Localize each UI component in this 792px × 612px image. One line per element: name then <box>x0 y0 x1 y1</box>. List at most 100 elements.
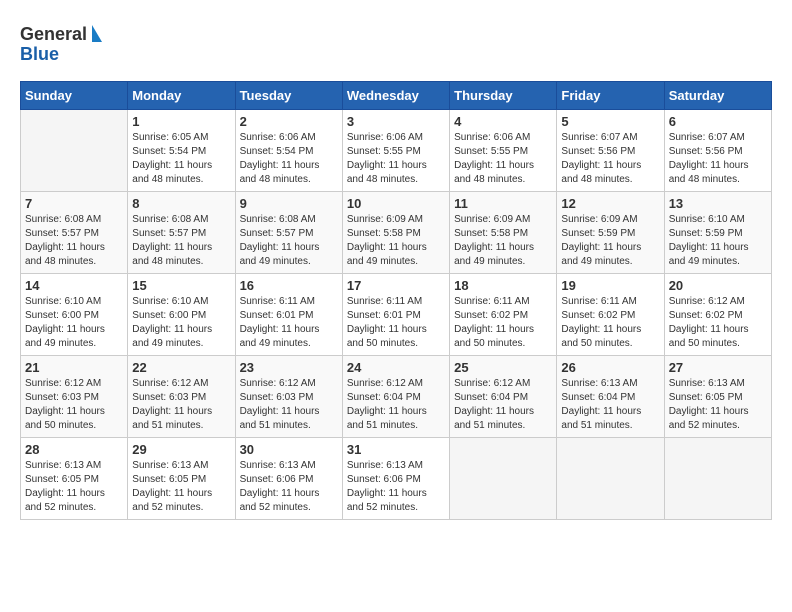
svg-text:General: General <box>20 24 87 44</box>
day-number: 30 <box>240 442 338 457</box>
calendar-cell: 18 Sunrise: 6:11 AMSunset: 6:02 PMDayligh… <box>450 274 557 356</box>
calendar-cell: 28 Sunrise: 6:13 AMSunset: 6:05 PMDayligh… <box>21 438 128 520</box>
day-detail: Sunrise: 6:08 AMSunset: 5:57 PMDaylight:… <box>25 213 123 269</box>
calendar-cell: 2 Sunrise: 6:06 AMSunset: 5:54 PMDaylight… <box>235 110 342 192</box>
day-number: 7 <box>25 196 123 211</box>
day-number: 8 <box>132 196 230 211</box>
day-detail: Sunrise: 6:11 AMSunset: 6:01 PMDaylight:… <box>240 295 338 351</box>
day-detail: Sunrise: 6:11 AMSunset: 6:02 PMDaylight:… <box>561 295 659 351</box>
day-number: 26 <box>561 360 659 375</box>
page-header: GeneralBlue <box>20 20 772 65</box>
day-number: 16 <box>240 278 338 293</box>
day-number: 28 <box>25 442 123 457</box>
day-number: 10 <box>347 196 445 211</box>
day-number: 25 <box>454 360 552 375</box>
day-number: 3 <box>347 114 445 129</box>
calendar-cell: 6Sunrise: 6:07 AMSunset: 5:56 PMDaylight… <box>664 110 771 192</box>
day-number: 2 <box>240 114 338 129</box>
calendar-cell: 24 Sunrise: 6:12 AMSunset: 6:04 PMDayligh… <box>342 356 449 438</box>
day-detail: Sunrise: 6:06 AMSunset: 5:55 PMDaylight:… <box>454 131 552 187</box>
day-detail: Sunrise: 6:10 AMSunset: 6:00 PMDaylight:… <box>25 295 123 351</box>
day-number: 19 <box>561 278 659 293</box>
day-detail: Sunrise: 6:05 AMSunset: 5:54 PMDaylight:… <box>132 131 230 187</box>
day-detail: Sunrise: 6:12 AMSunset: 6:03 PMDaylight:… <box>25 377 123 433</box>
week-row-0: 1 Sunrise: 6:05 AMSunset: 5:54 PMDaylight… <box>21 110 772 192</box>
day-number: 31 <box>347 442 445 457</box>
calendar-cell: 29 Sunrise: 6:13 AMSunset: 6:05 PMDayligh… <box>128 438 235 520</box>
calendar-cell <box>557 438 664 520</box>
day-detail: Sunrise: 6:13 AMSunset: 6:04 PMDaylight:… <box>561 377 659 433</box>
day-number: 18 <box>454 278 552 293</box>
day-detail: Sunrise: 6:13 AMSunset: 6:06 PMDaylight:… <box>240 459 338 515</box>
day-detail: Sunrise: 6:12 AMSunset: 6:04 PMDaylight:… <box>347 377 445 433</box>
week-row-4: 28 Sunrise: 6:13 AMSunset: 6:05 PMDayligh… <box>21 438 772 520</box>
logo: GeneralBlue <box>20 20 110 65</box>
day-number: 13 <box>669 196 767 211</box>
day-detail: Sunrise: 6:11 AMSunset: 6:02 PMDaylight:… <box>454 295 552 351</box>
day-number: 12 <box>561 196 659 211</box>
calendar-cell: 3 Sunrise: 6:06 AMSunset: 5:55 PMDaylight… <box>342 110 449 192</box>
day-detail: Sunrise: 6:13 AMSunset: 6:05 PMDaylight:… <box>132 459 230 515</box>
day-header-sunday: Sunday <box>21 82 128 110</box>
day-header-tuesday: Tuesday <box>235 82 342 110</box>
calendar-cell: 7 Sunrise: 6:08 AMSunset: 5:57 PMDaylight… <box>21 192 128 274</box>
calendar-cell: 5 Sunrise: 6:07 AMSunset: 5:56 PMDaylight… <box>557 110 664 192</box>
calendar-cell: 8Sunrise: 6:08 AMSunset: 5:57 PMDaylight… <box>128 192 235 274</box>
day-detail: Sunrise: 6:09 AMSunset: 5:58 PMDaylight:… <box>454 213 552 269</box>
day-detail: Sunrise: 6:06 AMSunset: 5:55 PMDaylight:… <box>347 131 445 187</box>
calendar-cell: 10 Sunrise: 6:09 AMSunset: 5:58 PMDayligh… <box>342 192 449 274</box>
day-detail: Sunrise: 6:10 AMSunset: 6:00 PMDaylight:… <box>132 295 230 351</box>
day-number: 24 <box>347 360 445 375</box>
day-number: 29 <box>132 442 230 457</box>
day-detail: Sunrise: 6:13 AMSunset: 6:05 PMDaylight:… <box>669 377 767 433</box>
calendar-cell: 16 Sunrise: 6:11 AMSunset: 6:01 PMDayligh… <box>235 274 342 356</box>
day-detail: Sunrise: 6:12 AMSunset: 6:04 PMDaylight:… <box>454 377 552 433</box>
day-number: 15 <box>132 278 230 293</box>
calendar-cell: 23 Sunrise: 6:12 AMSunset: 6:03 PMDayligh… <box>235 356 342 438</box>
day-header-monday: Monday <box>128 82 235 110</box>
day-detail: Sunrise: 6:12 AMSunset: 6:02 PMDaylight:… <box>669 295 767 351</box>
calendar-cell <box>664 438 771 520</box>
day-header-saturday: Saturday <box>664 82 771 110</box>
calendar-cell: 19 Sunrise: 6:11 AMSunset: 6:02 PMDayligh… <box>557 274 664 356</box>
day-detail: Sunrise: 6:12 AMSunset: 6:03 PMDaylight:… <box>132 377 230 433</box>
day-number: 23 <box>240 360 338 375</box>
calendar-cell: 31 Sunrise: 6:13 AMSunset: 6:06 PMDayligh… <box>342 438 449 520</box>
calendar-cell: 13Sunrise: 6:10 AMSunset: 5:59 PMDayligh… <box>664 192 771 274</box>
day-detail: Sunrise: 6:09 AMSunset: 5:59 PMDaylight:… <box>561 213 659 269</box>
day-detail: Sunrise: 6:06 AMSunset: 5:54 PMDaylight:… <box>240 131 338 187</box>
day-detail: Sunrise: 6:11 AMSunset: 6:01 PMDaylight:… <box>347 295 445 351</box>
calendar-cell: 14Sunrise: 6:10 AMSunset: 6:00 PMDayligh… <box>21 274 128 356</box>
day-detail: Sunrise: 6:13 AMSunset: 6:05 PMDaylight:… <box>25 459 123 515</box>
day-number: 9 <box>240 196 338 211</box>
day-number: 11 <box>454 196 552 211</box>
day-number: 22 <box>132 360 230 375</box>
week-row-3: 21Sunrise: 6:12 AMSunset: 6:03 PMDayligh… <box>21 356 772 438</box>
day-number: 4 <box>454 114 552 129</box>
calendar-cell: 22 Sunrise: 6:12 AMSunset: 6:03 PMDayligh… <box>128 356 235 438</box>
calendar-cell: 17 Sunrise: 6:11 AMSunset: 6:01 PMDayligh… <box>342 274 449 356</box>
day-number: 17 <box>347 278 445 293</box>
week-row-1: 7 Sunrise: 6:08 AMSunset: 5:57 PMDaylight… <box>21 192 772 274</box>
day-detail: Sunrise: 6:12 AMSunset: 6:03 PMDaylight:… <box>240 377 338 433</box>
day-detail: Sunrise: 6:08 AMSunset: 5:57 PMDaylight:… <box>240 213 338 269</box>
day-number: 1 <box>132 114 230 129</box>
day-detail: Sunrise: 6:09 AMSunset: 5:58 PMDaylight:… <box>347 213 445 269</box>
calendar-cell: 4 Sunrise: 6:06 AMSunset: 5:55 PMDaylight… <box>450 110 557 192</box>
day-detail: Sunrise: 6:13 AMSunset: 6:06 PMDaylight:… <box>347 459 445 515</box>
calendar-cell: 25 Sunrise: 6:12 AMSunset: 6:04 PMDayligh… <box>450 356 557 438</box>
day-number: 6 <box>669 114 767 129</box>
day-number: 5 <box>561 114 659 129</box>
calendar-cell: 15 Sunrise: 6:10 AMSunset: 6:00 PMDayligh… <box>128 274 235 356</box>
day-number: 20 <box>669 278 767 293</box>
calendar-cell: 11 Sunrise: 6:09 AMSunset: 5:58 PMDayligh… <box>450 192 557 274</box>
calendar-cell: 20 Sunrise: 6:12 AMSunset: 6:02 PMDayligh… <box>664 274 771 356</box>
svg-text:Blue: Blue <box>20 44 59 64</box>
day-detail: Sunrise: 6:07 AMSunset: 5:56 PMDaylight:… <box>561 131 659 187</box>
calendar-header-row: SundayMondayTuesdayWednesdayThursdayFrid… <box>21 82 772 110</box>
calendar-cell <box>450 438 557 520</box>
day-header-thursday: Thursday <box>450 82 557 110</box>
week-row-2: 14Sunrise: 6:10 AMSunset: 6:00 PMDayligh… <box>21 274 772 356</box>
calendar-cell: 9 Sunrise: 6:08 AMSunset: 5:57 PMDaylight… <box>235 192 342 274</box>
day-number: 27 <box>669 360 767 375</box>
